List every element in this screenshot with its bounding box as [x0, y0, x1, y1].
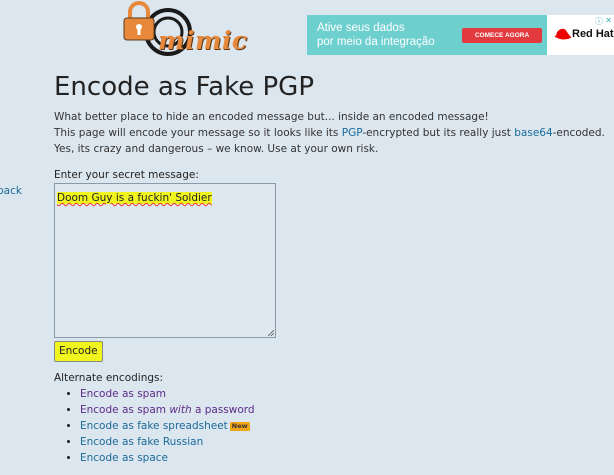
intro-text: What better place to hide an encoded mes…: [54, 109, 614, 157]
ad-cta-button[interactable]: COMECE AGORA: [462, 28, 542, 43]
resize-handle[interactable]: [268, 330, 274, 336]
intro-line-2-b: -encrypted but its really just: [362, 127, 515, 139]
ad-brand-panel: Red Hat: [547, 15, 614, 55]
back-link-label: back: [0, 185, 22, 197]
list-item: Encode as spam: [80, 386, 255, 402]
base64-link[interactable]: base64: [514, 127, 552, 139]
redhat-icon: [554, 28, 572, 40]
intro-line-3: Yes, its crazy and dangerous – we know. …: [54, 143, 379, 155]
site-logo[interactable]: mimic: [118, 0, 258, 62]
ad-line-1: Ative seus dados: [317, 22, 405, 34]
page-title: Encode as Fake PGP: [54, 72, 315, 102]
link-text-post: a password: [191, 404, 255, 416]
list-item: Encode as spam with a password: [80, 402, 255, 418]
intro-line-2-a: This page will encode your message so it…: [54, 127, 342, 139]
intro-line-1: What better place to hide an encoded mes…: [54, 111, 489, 123]
close-icon[interactable]: ✕: [605, 16, 612, 25]
info-icon[interactable]: ⓘ: [595, 16, 603, 27]
list-item: Encode as fake spreadsheetNew: [80, 418, 255, 434]
ad-line-2: por meio da integração: [317, 36, 435, 48]
message-textarea[interactable]: Doom Guy is a fuckin' Soldier: [54, 183, 276, 338]
alternate-label: Alternate encodings:: [54, 372, 164, 384]
link-text-em: with: [169, 404, 192, 416]
ad-banner[interactable]: Ative seus dados por meio da integração …: [307, 15, 614, 55]
list-item: Encode as fake Russian: [80, 434, 255, 450]
encode-space-link[interactable]: Encode as space: [80, 452, 168, 464]
ad-brand-name: Red Hat: [572, 28, 614, 40]
encode-button[interactable]: Encode: [54, 341, 103, 362]
encode-spam-link[interactable]: Encode as spam: [80, 388, 166, 400]
link-text-pre: Encode as spam: [80, 404, 170, 416]
logo-wordmark: mimic: [158, 26, 248, 55]
message-label: Enter your secret message:: [54, 169, 199, 181]
message-text: Doom Guy is a fuckin' Soldier: [57, 192, 212, 204]
back-link[interactable]: back: [0, 185, 22, 197]
intro-line-2: This page will encode your message so it…: [54, 125, 614, 141]
new-badge: New: [229, 421, 250, 431]
ad-text: Ative seus dados por meio da integração: [317, 21, 435, 49]
encode-spreadsheet-link[interactable]: Encode as fake spreadsheet: [80, 420, 228, 432]
encode-spam-password-link[interactable]: Encode as spam with a password: [80, 404, 255, 416]
pgp-link[interactable]: PGP: [342, 127, 363, 139]
list-item: Encode as space: [80, 450, 255, 466]
encode-russian-link[interactable]: Encode as fake Russian: [80, 436, 203, 448]
alternate-list: Encode as spam Encode as spam with a pas…: [54, 386, 255, 466]
intro-line-2-c: -encoded.: [552, 127, 605, 139]
